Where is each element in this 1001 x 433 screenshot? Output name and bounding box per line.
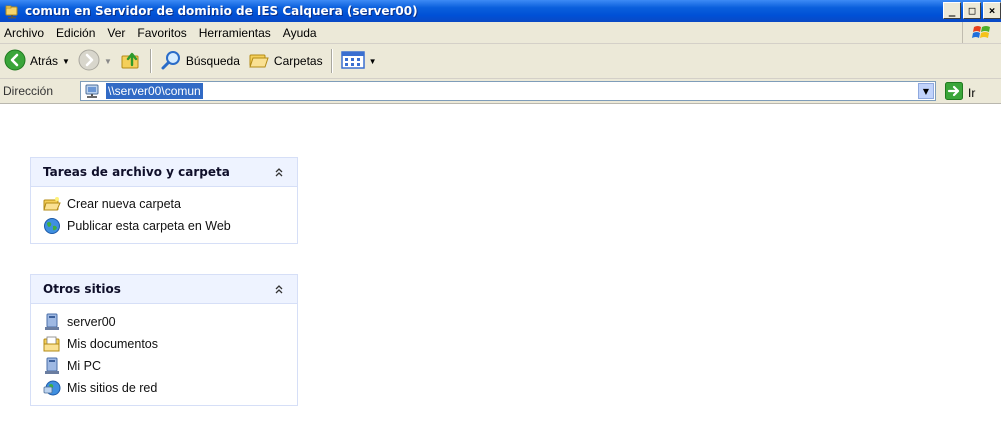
my-documents-icon [43, 335, 61, 353]
place-label: Mi PC [67, 359, 102, 373]
place-label: Mis sitios de red [67, 381, 158, 395]
computer-icon [43, 313, 61, 331]
address-dropdown-button[interactable]: ▼ [918, 83, 934, 99]
caption-buttons: _ □ × [941, 2, 1001, 19]
place-server00[interactable]: server00 [43, 311, 297, 333]
task-label: Crear nueva carpeta [67, 197, 181, 211]
views-dropdown-icon[interactable]: ▼ [369, 57, 377, 66]
my-computer-icon [43, 357, 61, 375]
back-button[interactable]: Atrás ▼ [0, 46, 74, 76]
new-folder-icon [43, 195, 61, 213]
maximize-icon: □ [968, 4, 976, 17]
up-folder-icon [120, 49, 142, 74]
views-icon [340, 50, 365, 73]
forward-button[interactable]: ▼ [74, 46, 116, 76]
title-bar[interactable]: comun en Servidor de dominio de IES Calq… [0, 0, 1001, 22]
forward-dropdown-icon[interactable]: ▼ [104, 57, 112, 66]
address-bar: Dirección \\server00\comun ▼ Ir [0, 79, 1001, 104]
task-publish-web[interactable]: Publicar esta carpeta en Web [43, 215, 297, 237]
other-places-panel: Otros sitios server00 Mis documentos Mi … [30, 274, 298, 406]
chevron-down-icon: ▼ [922, 86, 930, 96]
window-title: comun en Servidor de dominio de IES Calq… [25, 4, 418, 18]
address-value: \\server00\comun [106, 83, 203, 99]
maximize-button[interactable]: □ [963, 2, 981, 19]
folder-content-area[interactable] [318, 104, 1001, 433]
menu-herramientas[interactable]: Herramientas [193, 26, 277, 40]
file-tasks-panel: Tareas de archivo y carpeta Crear nueva … [30, 157, 298, 244]
network-places-icon [43, 379, 61, 397]
file-tasks-title: Tareas de archivo y carpeta [43, 165, 230, 179]
back-dropdown-icon[interactable]: ▼ [62, 57, 70, 66]
minimize-icon: _ [948, 4, 956, 17]
main-area: Tareas de archivo y carpeta Crear nueva … [0, 104, 1001, 433]
file-tasks-header[interactable]: Tareas de archivo y carpeta [31, 158, 297, 187]
folders-button[interactable]: Carpetas [244, 46, 327, 76]
toolbar-separator [149, 49, 152, 73]
collapse-icon[interactable] [271, 281, 287, 297]
other-places-header[interactable]: Otros sitios [31, 275, 297, 304]
go-arrow-icon [945, 82, 963, 103]
place-my-computer[interactable]: Mi PC [43, 355, 297, 377]
close-icon: × [988, 4, 996, 17]
search-icon [160, 49, 182, 74]
search-label: Búsqueda [185, 54, 240, 68]
task-pane: Tareas de archivo y carpeta Crear nueva … [0, 104, 318, 433]
forward-arrow-icon [78, 49, 100, 74]
close-button[interactable]: × [983, 2, 1001, 19]
search-button[interactable]: Búsqueda [156, 46, 244, 76]
place-label: Mis documentos [67, 337, 159, 351]
views-button[interactable]: ▼ [337, 46, 381, 76]
publish-web-icon [43, 217, 61, 235]
folders-label: Carpetas [273, 54, 323, 68]
up-folder-button[interactable] [116, 46, 146, 76]
place-label: server00 [67, 315, 116, 329]
menu-edicion[interactable]: Edición [50, 26, 101, 40]
back-arrow-icon [4, 49, 26, 74]
address-label: Dirección [3, 84, 54, 98]
network-share-icon [84, 83, 100, 99]
back-label: Atrás [30, 54, 59, 68]
folder-network-icon [4, 3, 20, 19]
toolbar: Atrás ▼ ▼ Búsqueda Carpetas ▼ [0, 44, 1001, 79]
windows-logo-icon [962, 22, 1001, 43]
address-input[interactable]: \\server00\comun ▼ [80, 81, 936, 101]
other-places-title: Otros sitios [43, 282, 121, 296]
collapse-icon[interactable] [271, 164, 287, 180]
minimize-button[interactable]: _ [943, 2, 961, 19]
folders-icon [248, 49, 270, 74]
menu-ayuda[interactable]: Ayuda [277, 26, 323, 40]
task-label: Publicar esta carpeta en Web [67, 219, 231, 233]
menu-favoritos[interactable]: Favoritos [131, 26, 192, 40]
place-my-documents[interactable]: Mis documentos [43, 333, 297, 355]
place-network-places[interactable]: Mis sitios de red [43, 377, 297, 399]
menu-ver[interactable]: Ver [101, 26, 131, 40]
go-button[interactable]: Ir [945, 82, 975, 103]
toolbar-separator [330, 49, 333, 73]
task-create-folder[interactable]: Crear nueva carpeta [43, 193, 297, 215]
menu-archivo[interactable]: Archivo [0, 26, 50, 40]
menu-bar: Archivo Edición Ver Favoritos Herramient… [0, 22, 1001, 44]
go-label: Ir [968, 85, 976, 100]
